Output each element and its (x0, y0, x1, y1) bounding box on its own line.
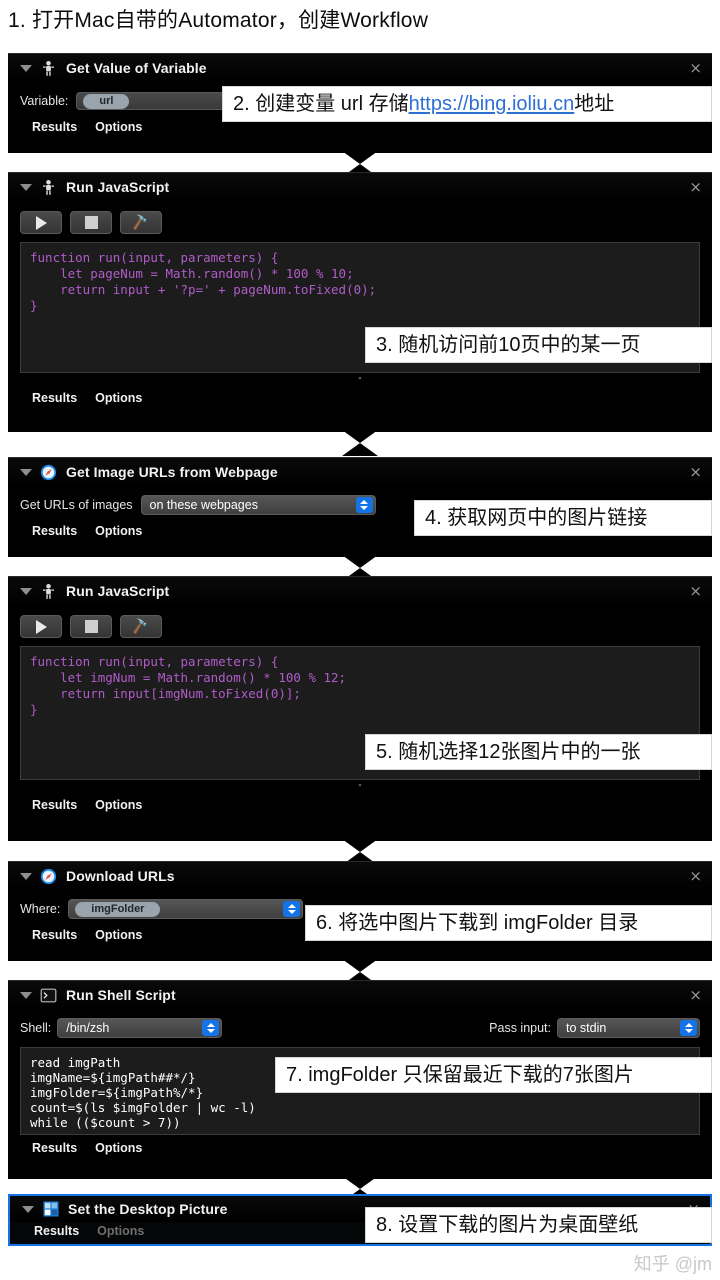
close-icon[interactable]: × (689, 868, 702, 884)
chevron-down-icon[interactable] (20, 183, 32, 191)
desktop-picture-icon (42, 1201, 59, 1218)
chevron-updown-icon[interactable] (680, 1020, 697, 1036)
callout-2: 2. 创建变量 url 存储 https://bing.ioliu.cn 地址 (222, 86, 712, 122)
chevron-down-icon[interactable] (22, 1205, 34, 1213)
tab-results[interactable]: Results (32, 1141, 77, 1155)
resize-grabber[interactable]: ▪ (20, 373, 700, 385)
callout-2-suffix: 地址 (574, 93, 615, 115)
tab-results[interactable]: Results (32, 120, 77, 134)
action-title: Download URLs (66, 868, 175, 884)
where-token[interactable]: imgFolder (75, 901, 161, 917)
action-title: Run JavaScript (66, 583, 170, 599)
robot-icon (40, 60, 57, 77)
action-header[interactable]: Download URLs × (8, 862, 712, 890)
webpages-select[interactable]: on these webpages (140, 495, 376, 515)
tab-options[interactable]: Options (95, 798, 142, 812)
script-toolbar: 🔨 (20, 611, 700, 640)
close-icon[interactable]: × (689, 987, 702, 1003)
safari-icon (40, 464, 57, 481)
screenshot-root: 1. 打开Mac自带的Automator，创建Workflow Get Valu… (0, 0, 720, 1280)
shell-select-value: /bin/zsh (66, 1021, 110, 1035)
chevron-down-icon[interactable] (20, 468, 32, 476)
tab-results[interactable]: Results (34, 1224, 79, 1238)
action-tabs: Results Options (8, 385, 712, 413)
variable-label: Variable: (20, 94, 69, 108)
chevron-updown-icon[interactable] (202, 1020, 220, 1036)
close-icon[interactable]: × (689, 583, 702, 599)
get-urls-label: Get URLs of images (20, 498, 133, 512)
tab-results[interactable]: Results (32, 798, 77, 812)
callout-2-prefix: 2. 创建变量 url 存储 (233, 93, 409, 115)
resize-grabber[interactable]: ▪ (20, 780, 700, 792)
hammer-icon[interactable]: 🔨 (120, 211, 162, 234)
tab-options[interactable]: Options (95, 1141, 142, 1155)
hammer-icon[interactable]: 🔨 (120, 615, 162, 638)
action-tabs: Results Options (8, 792, 712, 820)
chevron-down-icon[interactable] (20, 64, 32, 72)
close-icon[interactable]: × (689, 464, 702, 480)
callout-5: 5. 随机选择12张图片中的一张 (365, 734, 712, 770)
webpages-select-value: on these webpages (149, 498, 258, 512)
chevron-down-icon[interactable] (20, 872, 32, 880)
pass-input-label: Pass input: (489, 1021, 551, 1035)
tab-results[interactable]: Results (32, 524, 77, 538)
tab-options[interactable]: Options (97, 1224, 144, 1238)
callout-2-link[interactable]: https://bing.ioliu.cn (409, 87, 575, 121)
action-header[interactable]: Run JavaScript × (8, 173, 712, 201)
action-header[interactable]: Get Value of Variable × (8, 54, 712, 82)
action-title: Run JavaScript (66, 179, 170, 195)
where-label: Where: (20, 902, 61, 916)
close-icon[interactable]: × (689, 179, 702, 195)
callout-4: 4. 获取网页中的图片链接 (414, 500, 712, 536)
shell-select[interactable]: /bin/zsh (57, 1018, 223, 1038)
chevron-updown-icon[interactable] (283, 901, 301, 917)
tab-results[interactable]: Results (32, 391, 77, 405)
action-title: Set the Desktop Picture (68, 1201, 228, 1217)
play-icon[interactable] (20, 615, 62, 638)
stop-icon[interactable] (70, 615, 112, 638)
action-header[interactable]: Get Image URLs from Webpage × (8, 458, 712, 486)
pass-input-value: to stdin (566, 1021, 607, 1035)
page-title: 1. 打开Mac自带的Automator，创建Workflow (8, 9, 429, 32)
callout-6: 6. 将选中图片下载到 imgFolder 目录 (305, 905, 712, 941)
action-header[interactable]: Run JavaScript × (8, 577, 712, 605)
callout-7: 7. imgFolder 只保留最近下载的7张图片 (275, 1057, 712, 1093)
watermark: 知乎 @jm (633, 1254, 712, 1274)
action-title: Get Image URLs from Webpage (66, 464, 278, 480)
action-connector (342, 430, 378, 456)
action-title: Run Shell Script (66, 987, 176, 1003)
chevron-updown-icon[interactable] (355, 497, 373, 513)
terminal-icon (40, 987, 57, 1004)
action-run-javascript-2[interactable]: Run JavaScript × 🔨 function run(input, p… (8, 576, 712, 841)
callout-8: 8. 设置下载的图片为桌面壁纸 (365, 1207, 712, 1243)
action-tabs: Results Options (8, 1135, 712, 1163)
close-icon[interactable]: × (689, 60, 702, 76)
safari-icon (40, 868, 57, 885)
tab-options[interactable]: Options (95, 120, 142, 134)
tab-results[interactable]: Results (32, 928, 77, 942)
stop-icon[interactable] (70, 211, 112, 234)
action-header[interactable]: Run Shell Script × (8, 981, 712, 1009)
script-toolbar: 🔨 (20, 207, 700, 236)
play-icon[interactable] (20, 211, 62, 234)
tab-options[interactable]: Options (95, 928, 142, 942)
callout-3: 3. 随机访问前10页中的某一页 (365, 327, 712, 363)
chevron-down-icon[interactable] (20, 587, 32, 595)
variable-token[interactable]: url (83, 93, 130, 109)
pass-input-select[interactable]: to stdin (557, 1018, 700, 1038)
action-title: Get Value of Variable (66, 60, 207, 76)
robot-icon (40, 179, 57, 196)
where-select[interactable]: imgFolder (68, 899, 304, 919)
tab-options[interactable]: Options (95, 391, 142, 405)
shell-label: Shell: (20, 1021, 52, 1035)
robot-icon (40, 583, 57, 600)
chevron-down-icon[interactable] (20, 991, 32, 999)
shell-row: Shell: /bin/zsh Pass input: to stdin (20, 1015, 700, 1041)
tab-options[interactable]: Options (95, 524, 142, 538)
action-run-javascript-1[interactable]: Run JavaScript × 🔨 function run(input, p… (8, 172, 712, 432)
